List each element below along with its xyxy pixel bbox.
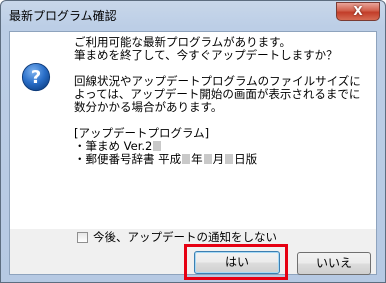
title-bar[interactable]: 最新プログラム確認 X xyxy=(1,1,385,31)
dont-notify-label[interactable]: 今後、アップデートの通知をしない xyxy=(93,229,277,245)
no-button[interactable]: いいえ xyxy=(297,252,371,275)
window-title: 最新プログラム確認 xyxy=(9,9,117,23)
redacted-block xyxy=(153,141,162,151)
redacted-block xyxy=(182,154,191,164)
question-icon: ? xyxy=(21,62,51,92)
redacted-block xyxy=(225,154,234,164)
message-text: ご利用可能な最新プログラムがあります。 筆まめを終了して、今すぐアップデートしま… xyxy=(74,36,368,166)
item-postal-prefix: ・郵便番号辞書 平成 xyxy=(74,152,182,166)
message-area: ? ご利用可能な最新プログラムがあります。 筆まめを終了して、今すぐアップデート… xyxy=(10,32,376,229)
dialog-window: 最新プログラム確認 X ? ご利用可能な最新プログラムがあります。 筆まめを終了… xyxy=(0,0,386,283)
dont-notify-checkbox-row[interactable]: 今後、アップデートの通知をしない xyxy=(77,229,277,245)
dialog-body: ? ご利用可能な最新プログラムがあります。 筆まめを終了して、今すぐアップデート… xyxy=(9,31,377,280)
yes-button[interactable]: はい xyxy=(194,251,280,274)
dont-notify-checkbox[interactable] xyxy=(77,231,88,243)
svg-text:?: ? xyxy=(31,67,41,88)
close-icon: X xyxy=(353,4,363,18)
message-paragraph-2: 回線状況やアップデートプログラムのファイルサイズによっては、アップデート開始の画… xyxy=(74,74,361,114)
update-list-item-postal-dictionary: ・郵便番号辞書 平成年月日版 xyxy=(74,153,368,166)
redacted-block xyxy=(203,154,212,164)
message-paragraph-1: ご利用可能な最新プログラムがあります。 筆まめを終了して、今すぐアップデートしま… xyxy=(74,35,338,62)
item-postal-day: 日版 xyxy=(234,152,258,166)
item-postal-month: 月 xyxy=(212,152,225,166)
item-postal-year: 年 xyxy=(191,152,203,166)
close-button[interactable]: X xyxy=(336,2,380,21)
item-fudemame-text: ・筆まめ Ver.2 xyxy=(74,139,153,153)
